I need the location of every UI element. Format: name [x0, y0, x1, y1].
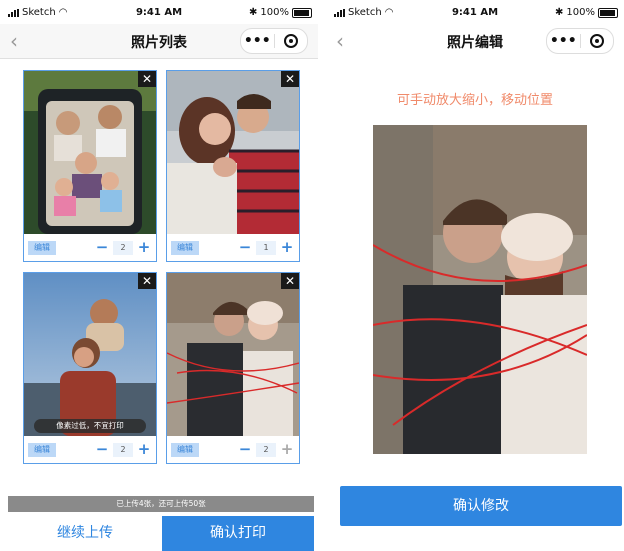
confirm-print-button[interactable]: 确认打印	[162, 516, 314, 551]
close-icon[interactable]: ✕	[281, 273, 299, 289]
bluetooth-icon: ✱	[249, 7, 258, 18]
photo-list-screen: Sketch ◠ 9:41 AM ✱ 100% ‹ 照片列表 ••• ✕ 编辑 …	[0, 0, 318, 551]
status-bar: Sketch ◠ 9:41 AM ✱ 100%	[326, 0, 624, 24]
photo-card-2: ✕ 编辑 − 1 +	[166, 70, 300, 262]
quantity-value[interactable]: 1	[256, 241, 276, 255]
minus-icon[interactable]: −	[95, 441, 109, 457]
menu-capsule: •••	[240, 28, 308, 54]
plus-icon[interactable]: +	[280, 441, 294, 457]
edit-button[interactable]: 编辑	[171, 241, 199, 255]
menu-capsule: •••	[546, 28, 614, 54]
editable-photo[interactable]	[373, 125, 587, 454]
card-controls: 编辑 − 1 +	[167, 236, 299, 261]
close-icon[interactable]: ✕	[138, 273, 156, 289]
close-icon[interactable]: ✕	[281, 71, 299, 87]
upload-status: 已上传4张，还可上传50张	[8, 496, 314, 512]
close-icon[interactable]: ✕	[138, 71, 156, 87]
plus-icon[interactable]: +	[137, 239, 151, 255]
photo-couple-kiss[interactable]	[167, 71, 299, 234]
quantity-value[interactable]: 2	[256, 443, 276, 457]
edit-button[interactable]: 编辑	[28, 241, 56, 255]
nav-bar: ‹ 照片列表 •••	[0, 24, 318, 59]
more-icon[interactable]: •••	[547, 31, 580, 51]
card-controls: 编辑 − 2 +	[167, 438, 299, 463]
minus-icon[interactable]: −	[238, 441, 252, 457]
photo-edit-screen: Sketch ◠ 9:41 AM ✱ 100% ‹ 照片编辑 ••• 可手动放大…	[326, 0, 624, 551]
battery-icon	[598, 7, 618, 18]
battery-icon	[292, 7, 312, 18]
photo-family-car[interactable]	[24, 71, 156, 234]
photo-couple-redstring[interactable]	[167, 273, 299, 436]
nav-bar: ‹ 照片编辑 •••	[326, 24, 624, 58]
minus-icon[interactable]: −	[238, 239, 252, 255]
minus-icon[interactable]: −	[95, 239, 109, 255]
close-target-icon[interactable]	[275, 34, 308, 48]
edit-button[interactable]: 编辑	[28, 443, 56, 457]
photo-card-3: ✕ 像素过低，不宜打印 编辑 − 2 +	[23, 272, 157, 464]
plus-icon[interactable]: +	[137, 441, 151, 457]
photo-father-child[interactable]	[24, 273, 156, 436]
photo-card-4: ✕ 编辑 − 2 +	[166, 272, 300, 464]
plus-icon[interactable]: +	[280, 239, 294, 255]
confirm-edit-button[interactable]: 确认修改	[340, 486, 622, 526]
close-target-icon[interactable]	[581, 34, 614, 48]
zoom-hint: 可手动放大缩小，移动位置	[396, 93, 553, 108]
edit-button[interactable]: 编辑	[171, 443, 199, 457]
photo-card-1: ✕ 编辑 − 2 +	[23, 70, 157, 262]
quantity-value[interactable]: 2	[113, 443, 133, 457]
card-controls: 编辑 − 2 +	[24, 438, 156, 463]
battery-percent: 100%	[260, 7, 289, 18]
status-bar: Sketch ◠ 9:41 AM ✱ 100%	[0, 0, 318, 24]
battery-indicator: ✱ 100%	[249, 7, 312, 18]
continue-upload-button[interactable]: 继续上传	[8, 516, 162, 551]
card-controls: 编辑 − 2 +	[24, 236, 156, 261]
low-resolution-warning: 像素过低，不宜打印	[34, 419, 146, 433]
more-icon[interactable]: •••	[241, 31, 274, 51]
battery-indicator: ✱ 100%	[555, 7, 618, 18]
battery-percent: 100%	[566, 7, 595, 18]
quantity-value[interactable]: 2	[113, 241, 133, 255]
bluetooth-icon: ✱	[555, 7, 564, 18]
